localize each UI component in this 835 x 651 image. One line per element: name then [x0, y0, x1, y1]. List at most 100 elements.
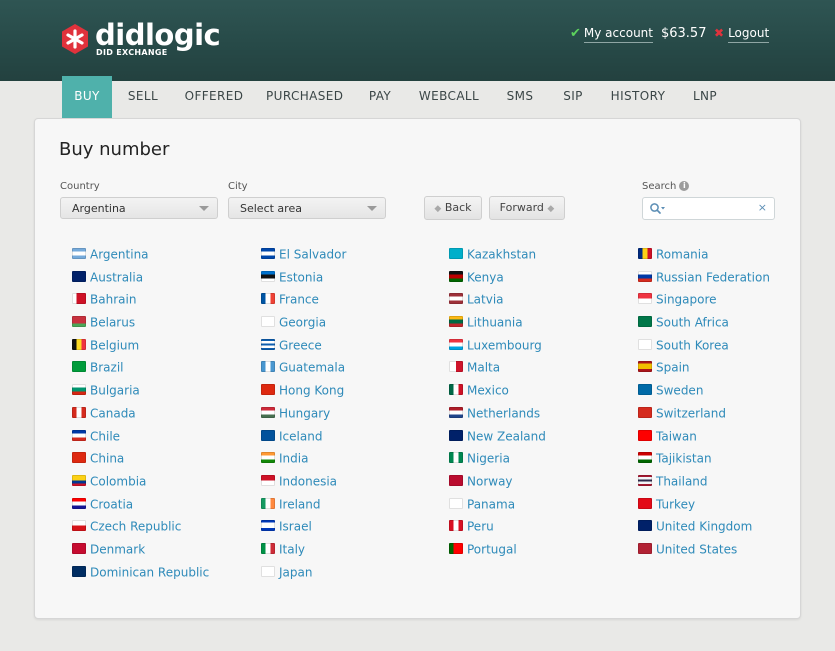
country-link-el-salvador[interactable]: El Salvador — [261, 244, 446, 267]
tab-sms[interactable]: SMS — [503, 76, 537, 118]
country-name: Netherlands — [467, 406, 541, 421]
country-link-kazakhstan[interactable]: Kazakhstan — [449, 244, 634, 267]
country-link-turkey[interactable]: Turkey — [638, 494, 823, 517]
tab-purchased[interactable]: PURCHASED — [266, 76, 343, 118]
flag-icon — [72, 384, 86, 396]
country-link-united-kingdom[interactable]: United Kingdom — [638, 516, 823, 539]
country-link-malta[interactable]: Malta — [449, 357, 634, 380]
country-name: Guatemala — [279, 360, 346, 375]
tab-history[interactable]: HISTORY — [609, 76, 667, 118]
country-link-lithuania[interactable]: Lithuania — [449, 312, 634, 335]
back-button[interactable]: ◆ Back — [424, 196, 482, 220]
country-link-belarus[interactable]: Belarus — [72, 312, 257, 335]
logout-link[interactable]: ✖ Logout — [714, 26, 770, 43]
country-select[interactable]: Argentina — [60, 197, 218, 219]
search-input[interactable] — [667, 201, 751, 218]
country-link-croatia[interactable]: Croatia — [72, 494, 257, 517]
flag-icon — [638, 361, 652, 373]
flag-icon — [72, 293, 86, 305]
country-link-indonesia[interactable]: Indonesia — [261, 471, 446, 494]
country-link-japan[interactable]: Japan — [261, 562, 446, 585]
flag-icon — [638, 497, 652, 509]
flag-icon — [449, 293, 463, 305]
country-link-denmark[interactable]: Denmark — [72, 539, 257, 562]
close-icon: ✖ — [714, 26, 725, 40]
country-name: Lithuania — [467, 315, 523, 330]
country-link-ireland[interactable]: Ireland — [261, 494, 446, 517]
tab-offered[interactable]: OFFERED — [184, 76, 244, 118]
country-link-south-africa[interactable]: South Africa — [638, 312, 823, 335]
tab-webcall[interactable]: WEBCALL — [418, 76, 480, 118]
country-name: Australia — [90, 270, 144, 285]
country-link-south-korea[interactable]: South Korea — [638, 335, 823, 358]
flag-icon — [449, 452, 463, 464]
country-link-china[interactable]: China — [72, 448, 257, 471]
country-link-thailand[interactable]: Thailand — [638, 471, 823, 494]
country-link-india[interactable]: India — [261, 448, 446, 471]
country-link-latvia[interactable]: Latvia — [449, 289, 634, 312]
tab-pay[interactable]: PAY — [364, 76, 396, 118]
info-icon[interactable]: i — [679, 181, 690, 191]
country-name: Japan — [279, 565, 313, 580]
country-link-canada[interactable]: Canada — [72, 403, 257, 426]
country-link-greece[interactable]: Greece — [261, 335, 446, 358]
forward-button[interactable]: Forward ◆ — [489, 196, 565, 220]
country-link-georgia[interactable]: Georgia — [261, 312, 446, 335]
country-link-mexico[interactable]: Mexico — [449, 380, 634, 403]
country-link-bulgaria[interactable]: Bulgaria — [72, 380, 257, 403]
country-link-sweden[interactable]: Sweden — [638, 380, 823, 403]
country-link-estonia[interactable]: Estonia — [261, 267, 446, 290]
country-link-norway[interactable]: Norway — [449, 471, 634, 494]
country-link-switzerland[interactable]: Switzerland — [638, 403, 823, 426]
search-label-wrap: Search i — [642, 181, 690, 192]
country-link-peru[interactable]: Peru — [449, 516, 634, 539]
country-link-czech-republic[interactable]: Czech Republic — [72, 516, 257, 539]
country-link-united-states[interactable]: United States — [638, 539, 823, 562]
country-link-kenya[interactable]: Kenya — [449, 267, 634, 290]
country-link-dominican-republic[interactable]: Dominican Republic — [72, 562, 257, 585]
my-account-link[interactable]: My account — [583, 26, 653, 43]
country-link-hungary[interactable]: Hungary — [261, 403, 446, 426]
country-link-spain[interactable]: Spain — [638, 357, 823, 380]
country-link-argentina[interactable]: Argentina — [72, 244, 257, 267]
flag-icon — [261, 565, 275, 577]
country-link-hong-kong[interactable]: Hong Kong — [261, 380, 446, 403]
country-name: Indonesia — [279, 474, 338, 489]
country-link-israel[interactable]: Israel — [261, 516, 446, 539]
country-link-netherlands[interactable]: Netherlands — [449, 403, 634, 426]
country-link-russian-federation[interactable]: Russian Federation — [638, 267, 823, 290]
country-link-singapore[interactable]: Singapore — [638, 289, 823, 312]
country-link-italy[interactable]: Italy — [261, 539, 446, 562]
country-link-guatemala[interactable]: Guatemala — [261, 357, 446, 380]
clear-search-icon[interactable]: × — [758, 201, 767, 214]
country-link-panama[interactable]: Panama — [449, 494, 634, 517]
country-name: Croatia — [90, 497, 134, 512]
country-link-bahrain[interactable]: Bahrain — [72, 289, 257, 312]
flag-icon — [449, 316, 463, 328]
flag-icon — [261, 520, 275, 532]
flag-icon — [72, 316, 86, 328]
tab-lnp[interactable]: LNP — [689, 76, 721, 118]
country-link-new-zealand[interactable]: New Zealand — [449, 426, 634, 449]
country-link-romania[interactable]: Romania — [638, 244, 823, 267]
country-link-brazil[interactable]: Brazil — [72, 357, 257, 380]
country-link-taiwan[interactable]: Taiwan — [638, 426, 823, 449]
tab-sip[interactable]: SIP — [558, 76, 588, 118]
country-link-portugal[interactable]: Portugal — [449, 539, 634, 562]
country-link-colombia[interactable]: Colombia — [72, 471, 257, 494]
country-link-france[interactable]: France — [261, 289, 446, 312]
country-link-tajikistan[interactable]: Tajikistan — [638, 448, 823, 471]
country-link-australia[interactable]: Australia — [72, 267, 257, 290]
country-name: Singapore — [656, 292, 717, 307]
country-name: Turkey — [656, 497, 696, 512]
country-link-belgium[interactable]: Belgium — [72, 335, 257, 358]
country-name: Sweden — [656, 383, 704, 398]
country-list: Argentina Australia Bahrain Belarus Belgium B… — [72, 244, 792, 594]
country-link-iceland[interactable]: Iceland — [261, 426, 446, 449]
country-link-chile[interactable]: Chile — [72, 426, 257, 449]
tab-buy[interactable]: BUY — [62, 76, 112, 118]
country-link-nigeria[interactable]: Nigeria — [449, 448, 634, 471]
city-select[interactable]: Select area — [228, 197, 386, 219]
tab-sell[interactable]: SELL — [124, 76, 162, 118]
country-link-luxembourg[interactable]: Luxembourg — [449, 335, 634, 358]
